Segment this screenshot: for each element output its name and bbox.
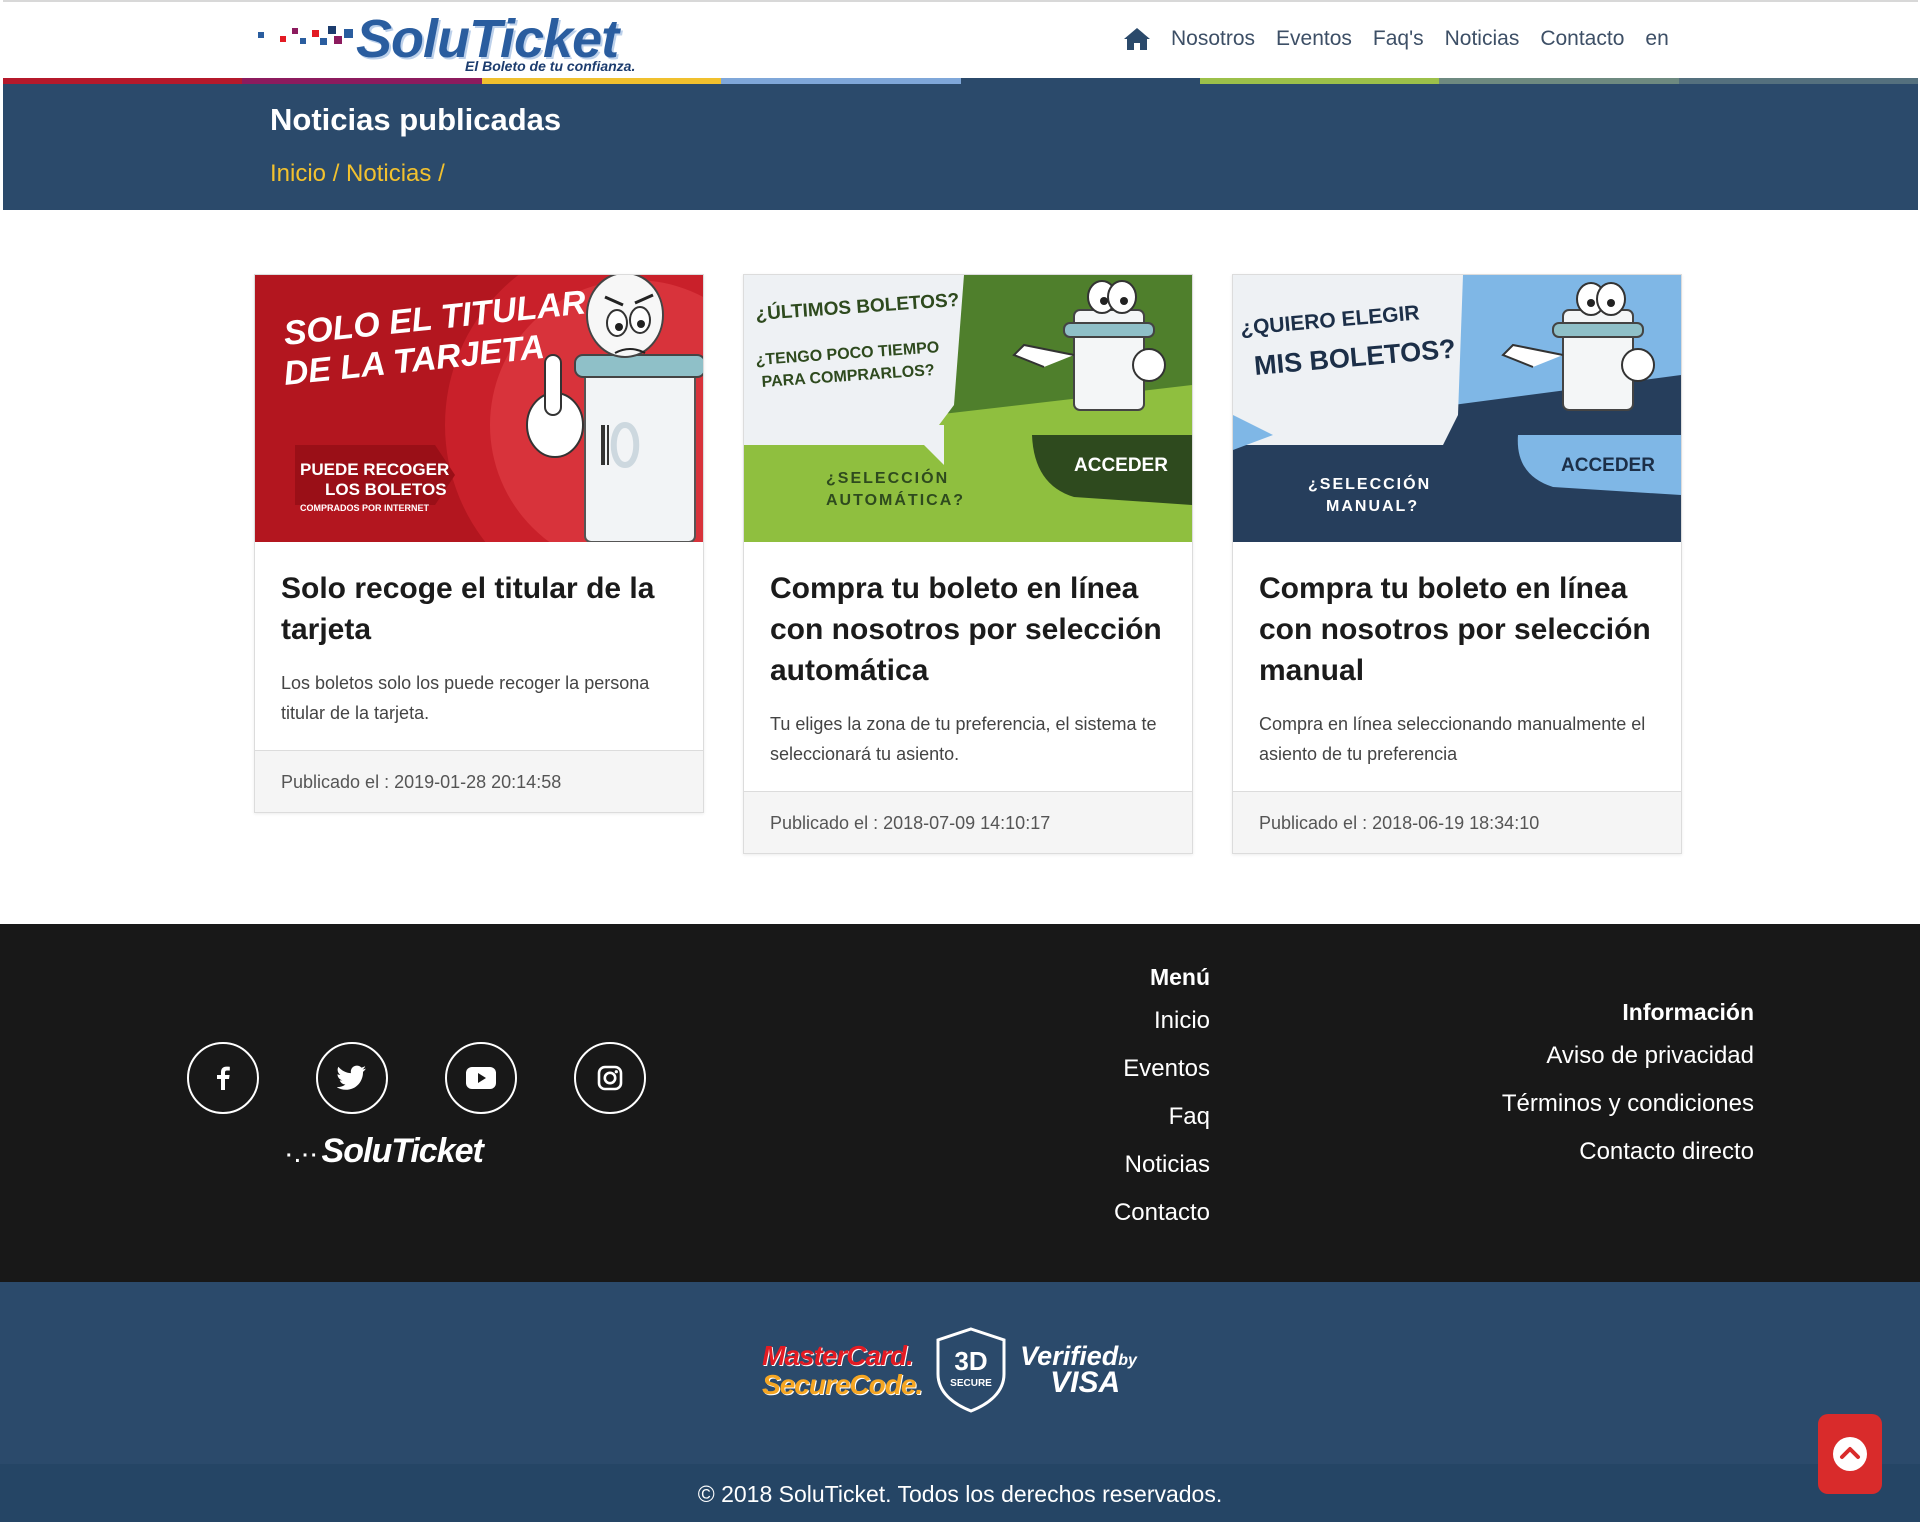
payment-security-bar: MasterCard. SecureCode. 3D SECURE Verifi… <box>0 1282 1920 1464</box>
svg-text:3D: 3D <box>955 1346 988 1376</box>
footer-logo-word: SoluTicket <box>321 1132 484 1170</box>
verified-by-visa-logo: Verifiedby VISA <box>1020 1341 1137 1400</box>
copyright-text: © 2018 SoluTicket. Todos los derechos re… <box>697 1481 1223 1507</box>
footer-link-terminos[interactable]: Términos y condiciones <box>1502 1090 1754 1118</box>
news-card[interactable]: SOLO EL TITULAR DE LA TARJETA PUEDE RECO… <box>254 274 704 813</box>
soluticket-logo[interactable]: SoluTicket El Boleto de tu confianza. <box>258 8 648 78</box>
news-title[interactable]: Compra tu boleto en línea con nosotros p… <box>770 568 1166 691</box>
page-banner: Noticias publicadas Inicio / Noticias / <box>3 84 1918 210</box>
visa-text: VISA <box>1050 1365 1121 1399</box>
svg-text:¿SELECCIÓN: ¿SELECCIÓN <box>1308 474 1431 493</box>
breadcrumb: Inicio / Noticias / <box>270 160 445 188</box>
news-image-manual: ¿QUIERO ELEGIR MIS BOLETOS? ¿SELECCIÓN M… <box>1233 275 1681 542</box>
facebook-icon[interactable] <box>187 1042 259 1114</box>
mastercard-securecode-logo: MasterCard. SecureCode. <box>762 1340 923 1400</box>
nav-nosotros[interactable]: Nosotros <box>1171 27 1255 51</box>
footer-link-privacidad[interactable]: Aviso de privacidad <box>1502 1042 1754 1070</box>
footer-link-faq[interactable]: Faq <box>1114 1103 1210 1131</box>
footer-info: Información Aviso de privacidad Términos… <box>1502 999 1754 1186</box>
secure-badges: MasterCard. SecureCode. 3D SECURE Verifi… <box>762 1326 1137 1414</box>
scroll-to-top-button[interactable] <box>1818 1414 1882 1494</box>
nav-faqs[interactable]: Faq's <box>1373 27 1424 51</box>
news-summary: Tu eliges la zona de tu preferencia, el … <box>770 714 1157 764</box>
language-toggle[interactable]: en <box>1645 27 1668 51</box>
svg-text:¿SELECCIÓN: ¿SELECCIÓN <box>826 468 949 487</box>
svg-text:PUEDE RECOGER: PUEDE RECOGER <box>300 460 449 479</box>
footer-logo-dots: ·.·· <box>286 1145 320 1167</box>
news-title[interactable]: Compra tu boleto en línea con nosotros p… <box>1259 568 1655 691</box>
svg-text:LOS BOLETOS: LOS BOLETOS <box>325 480 447 499</box>
footer-link-contacto-directo[interactable]: Contacto directo <box>1502 1138 1754 1166</box>
svg-text:COMPRADOS POR INTERNET: COMPRADOS POR INTERNET <box>300 503 430 513</box>
news-date: Publicado el : 2019-01-28 20:14:58 <box>255 750 703 812</box>
news-card[interactable]: ¿ÚLTIMOS BOLETOS? ¿TENGO POCO TIEMPO PAR… <box>743 274 1193 854</box>
breadcrumb-tail: / <box>431 160 445 187</box>
3d-secure-shield-icon: 3D SECURE <box>936 1327 1006 1413</box>
footer-logo[interactable]: ·.··SoluTicket <box>286 1132 484 1171</box>
news-summary: Compra en línea seleccionando manualment… <box>1259 714 1646 764</box>
nav-noticias[interactable]: Noticias <box>1445 27 1520 51</box>
footer-link-inicio[interactable]: Inicio <box>1114 1007 1210 1035</box>
home-icon[interactable] <box>1123 25 1151 53</box>
news-image-titular: SOLO EL TITULAR DE LA TARJETA PUEDE RECO… <box>255 275 703 542</box>
securecode-text: SecureCode. <box>762 1369 923 1400</box>
footer-link-noticias[interactable]: Noticias <box>1114 1151 1210 1179</box>
site-footer: ·.··SoluTicket Menú Inicio Eventos Faq N… <box>0 924 1920 1282</box>
footer-link-contacto[interactable]: Contacto <box>1114 1199 1210 1227</box>
mastercard-text: MasterCard. <box>762 1340 914 1371</box>
news-title[interactable]: Solo recoge el titular de la tarjeta <box>281 568 677 650</box>
news-date: Publicado el : 2018-07-09 14:10:17 <box>744 791 1192 853</box>
svg-text:ACCEDER: ACCEDER <box>1561 455 1655 476</box>
news-image-automatica: ¿ÚLTIMOS BOLETOS? ¿TENGO POCO TIEMPO PAR… <box>744 275 1192 542</box>
copyright-bar: © 2018 SoluTicket. Todos los derechos re… <box>0 1464 1920 1522</box>
instagram-icon[interactable] <box>574 1042 646 1114</box>
nav-contacto[interactable]: Contacto <box>1540 27 1624 51</box>
footer-menu: Menú Inicio Eventos Faq Noticias Contact… <box>1114 964 1210 1247</box>
footer-info-title: Información <box>1622 999 1754 1025</box>
top-header: SoluTicket El Boleto de tu confianza. No… <box>3 0 1918 83</box>
nav-eventos[interactable]: Eventos <box>1276 27 1352 51</box>
svg-text:SECURE: SECURE <box>950 1378 992 1389</box>
main-nav: Nosotros Eventos Faq's Noticias Contacto… <box>1123 22 1690 56</box>
news-summary: Los boletos solo los puede recoger la pe… <box>281 673 650 723</box>
svg-text:ACCEDER: ACCEDER <box>1074 455 1168 476</box>
twitter-icon[interactable] <box>316 1042 388 1114</box>
news-date: Publicado el : 2018-06-19 18:34:10 <box>1233 791 1681 853</box>
by-text: by <box>1118 1351 1137 1369</box>
breadcrumb-inicio[interactable]: Inicio <box>270 160 326 187</box>
logo-tagline: El Boleto de tu confianza. <box>465 58 636 74</box>
page-title: Noticias publicadas <box>270 102 562 137</box>
svg-text:MANUAL?: MANUAL? <box>1326 498 1419 515</box>
chevron-up-circle-icon <box>1833 1437 1867 1471</box>
news-card[interactable]: ¿QUIERO ELEGIR MIS BOLETOS? ¿SELECCIÓN M… <box>1232 274 1682 854</box>
svg-text:AUTOMÁTICA?: AUTOMÁTICA? <box>826 490 965 509</box>
breadcrumb-noticias[interactable]: Noticias <box>346 160 431 187</box>
footer-menu-title: Menú <box>1149 964 1210 990</box>
breadcrumb-separator: / <box>326 160 347 187</box>
youtube-icon[interactable] <box>445 1042 517 1114</box>
social-links <box>187 1042 703 1114</box>
footer-link-eventos[interactable]: Eventos <box>1114 1055 1210 1083</box>
